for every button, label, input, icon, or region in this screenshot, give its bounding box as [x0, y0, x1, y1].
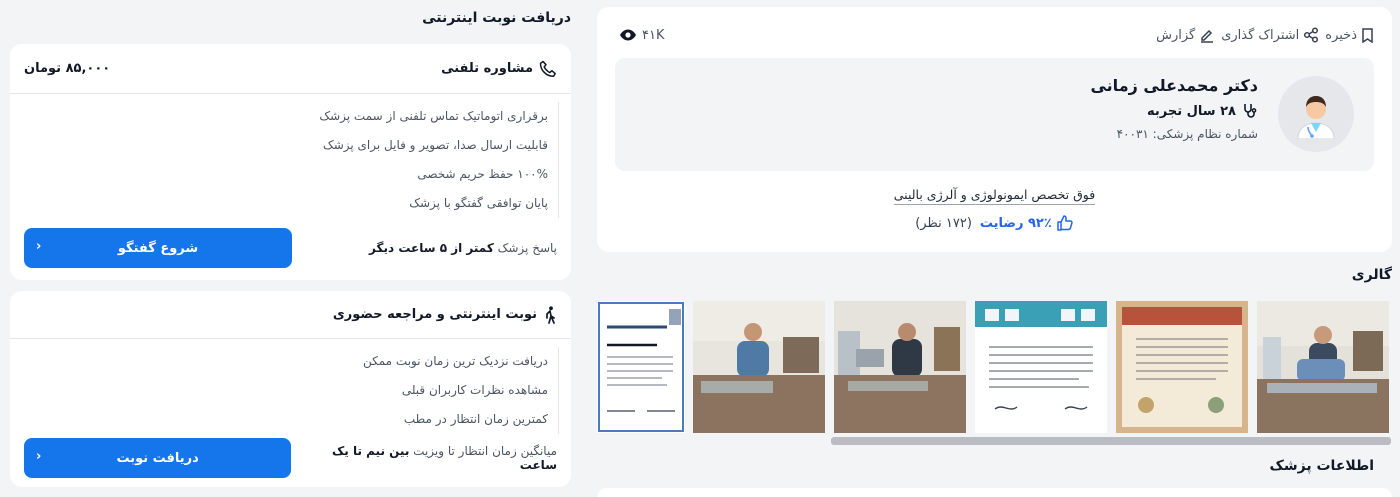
phone-features-list: برقراری اتوماتیک تماس تلفنی از سمت پزشک … — [319, 102, 559, 218]
list-item: پایان توافقی گفتگو با پزشک — [409, 196, 548, 210]
doctor-info: دکتر محمدعلی زمانی ۲۸ سال تجربه شماره نظ… — [1090, 76, 1258, 141]
save-button[interactable]: ذخیره — [1325, 28, 1374, 43]
list-item: قابلیت ارسال صدا، تصویر و فایل برای پزشک — [322, 138, 548, 152]
wait-time-label: میانگین زمان انتظار تا ویزیت — [413, 444, 557, 458]
chevron-left-icon: ‹ — [36, 239, 42, 254]
phone-consult-title: مشاوره تلفنی — [441, 60, 557, 78]
walking-person-icon — [546, 305, 555, 324]
doctor-info-card — [597, 488, 1392, 497]
visit-label: نوبت اینترنتی و مراجعه حضوری — [332, 307, 537, 322]
gallery-title: گالری — [1351, 267, 1392, 283]
list-item: مشاهده نظرات کاربران قبلی — [401, 383, 548, 397]
certificate-image — [975, 301, 1107, 433]
doctor-summary: دکتر محمدعلی زمانی ۲۸ سال تجربه شماره نظ… — [615, 58, 1374, 171]
office-photo — [1257, 301, 1389, 433]
doctor-profile-card: ذخیره اشتراک گذاری گزارش ۴۱K دکتر محمدعل… — [597, 7, 1392, 252]
registration-number: شماره نظام پزشکی: ۴۰۰۳۱ — [1116, 127, 1258, 141]
doctor-info-title: اطلاعات پزشک — [1269, 458, 1374, 474]
gallery-photo-5[interactable] — [693, 301, 825, 433]
gallery-photo-3[interactable] — [975, 301, 1107, 433]
wait-time-note: میانگین زمان انتظار تا ویزیت بین نیم تا … — [291, 444, 557, 472]
share-button[interactable]: اشتراک گذاری — [1221, 27, 1319, 43]
stethoscope-icon — [1244, 104, 1257, 118]
appointment-title: دریافت نوبت اینترنتی — [422, 10, 571, 26]
list-item: کمترین زمان انتظار در مطب — [403, 412, 548, 426]
visit-cta-row: میانگین زمان انتظار تا ویزیت بین نیم تا … — [24, 438, 557, 478]
office-photo — [834, 301, 966, 433]
profile-toolbar: ذخیره اشتراک گذاری گزارش ۴۱K — [619, 25, 1374, 45]
get-appointment-label: دریافت نوبت — [116, 450, 199, 466]
gallery-photo-1[interactable] — [1257, 301, 1389, 433]
save-label: ذخیره — [1325, 27, 1357, 43]
phone-cta-row: پاسخ پزشک کمتر از ۵ ساعت دیگر شروع گفتگو… — [24, 228, 557, 268]
specialty[interactable]: فوق تخصص ایمونولوژی و آلرژی بالینی — [597, 187, 1392, 205]
visit-features-list: دریافت نزدیک ترین زمان نوبت ممکن مشاهده … — [363, 347, 559, 434]
gallery-scrollbar[interactable] — [831, 437, 1391, 445]
phone-icon — [539, 60, 556, 77]
satisfaction: ۹۲٪ رضایت — [980, 214, 1074, 232]
start-chat-button[interactable]: شروع گفتگو ‹ — [24, 228, 292, 268]
report-label: گزارش — [1156, 27, 1196, 43]
response-time-label: پاسخ پزشک — [497, 241, 557, 255]
response-time-value: کمتر از ۵ ساعت دیگر — [369, 241, 494, 255]
list-item: برقراری اتوماتیک تماس تلفنی از سمت پزشک — [319, 109, 548, 123]
response-time-note: پاسخ پزشک کمتر از ۵ ساعت دیگر — [369, 241, 557, 255]
visit-header: نوبت اینترنتی و مراجعه حضوری — [10, 291, 571, 339]
doctor-avatar-icon — [1297, 96, 1335, 139]
price: ۸۵,۰۰۰ تومان — [24, 61, 111, 76]
share-label: اشتراک گذاری — [1221, 27, 1300, 43]
review-count: (۱۷۲ نظر) — [915, 215, 972, 231]
views-counter: ۴۱K — [619, 28, 665, 43]
certificate-image — [597, 301, 685, 433]
visit-title: نوبت اینترنتی و مراجعه حضوری — [332, 305, 557, 324]
gallery-photo-2[interactable] — [1116, 301, 1248, 433]
pencil-icon — [1201, 29, 1214, 43]
list-item: دریافت نزدیک ترین زمان نوبت ممکن — [362, 354, 548, 368]
share-icon — [1304, 27, 1319, 43]
get-appointment-button[interactable]: دریافت نوبت ‹ — [24, 438, 292, 478]
profile-actions: ذخیره اشتراک گذاری گزارش — [1156, 27, 1374, 43]
bookmark-icon — [1362, 27, 1373, 43]
rating: ۹۲٪ رضایت (۱۷۲ نظر) — [597, 214, 1392, 232]
start-chat-label: شروع گفتگو — [117, 240, 199, 256]
chevron-left-icon: ‹ — [36, 449, 42, 464]
avatar — [1278, 76, 1354, 152]
list-item: ۱۰۰% حفظ حریم شخصی — [417, 167, 548, 181]
phone-consult-header: مشاوره تلفنی ۸۵,۰۰۰ تومان — [10, 44, 571, 94]
views-count: ۴۱K — [642, 27, 665, 43]
satisfaction-text: ۹۲٪ رضایت — [979, 215, 1052, 231]
certificate-image — [1116, 301, 1248, 433]
experience: ۲۸ سال تجربه — [1090, 103, 1258, 119]
gallery-photo-6[interactable] — [597, 301, 685, 433]
doctor-name: دکتر محمدعلی زمانی — [1090, 76, 1258, 95]
in-person-visit-card: نوبت اینترنتی و مراجعه حضوری دریافت نزدی… — [10, 291, 571, 487]
thumbs-up-icon — [1057, 215, 1073, 231]
office-photo — [693, 301, 825, 433]
report-button[interactable]: گزارش — [1156, 27, 1215, 43]
specialty-link[interactable]: فوق تخصص ایمونولوژی و آلرژی بالینی — [893, 187, 1096, 205]
phone-consult-card: مشاوره تلفنی ۸۵,۰۰۰ تومان برقراری اتومات… — [10, 44, 571, 280]
phone-consult-label: مشاوره تلفنی — [441, 61, 533, 76]
experience-text: ۲۸ سال تجربه — [1147, 103, 1236, 119]
gallery-photo-4[interactable] — [834, 301, 966, 433]
eye-icon — [620, 29, 636, 41]
